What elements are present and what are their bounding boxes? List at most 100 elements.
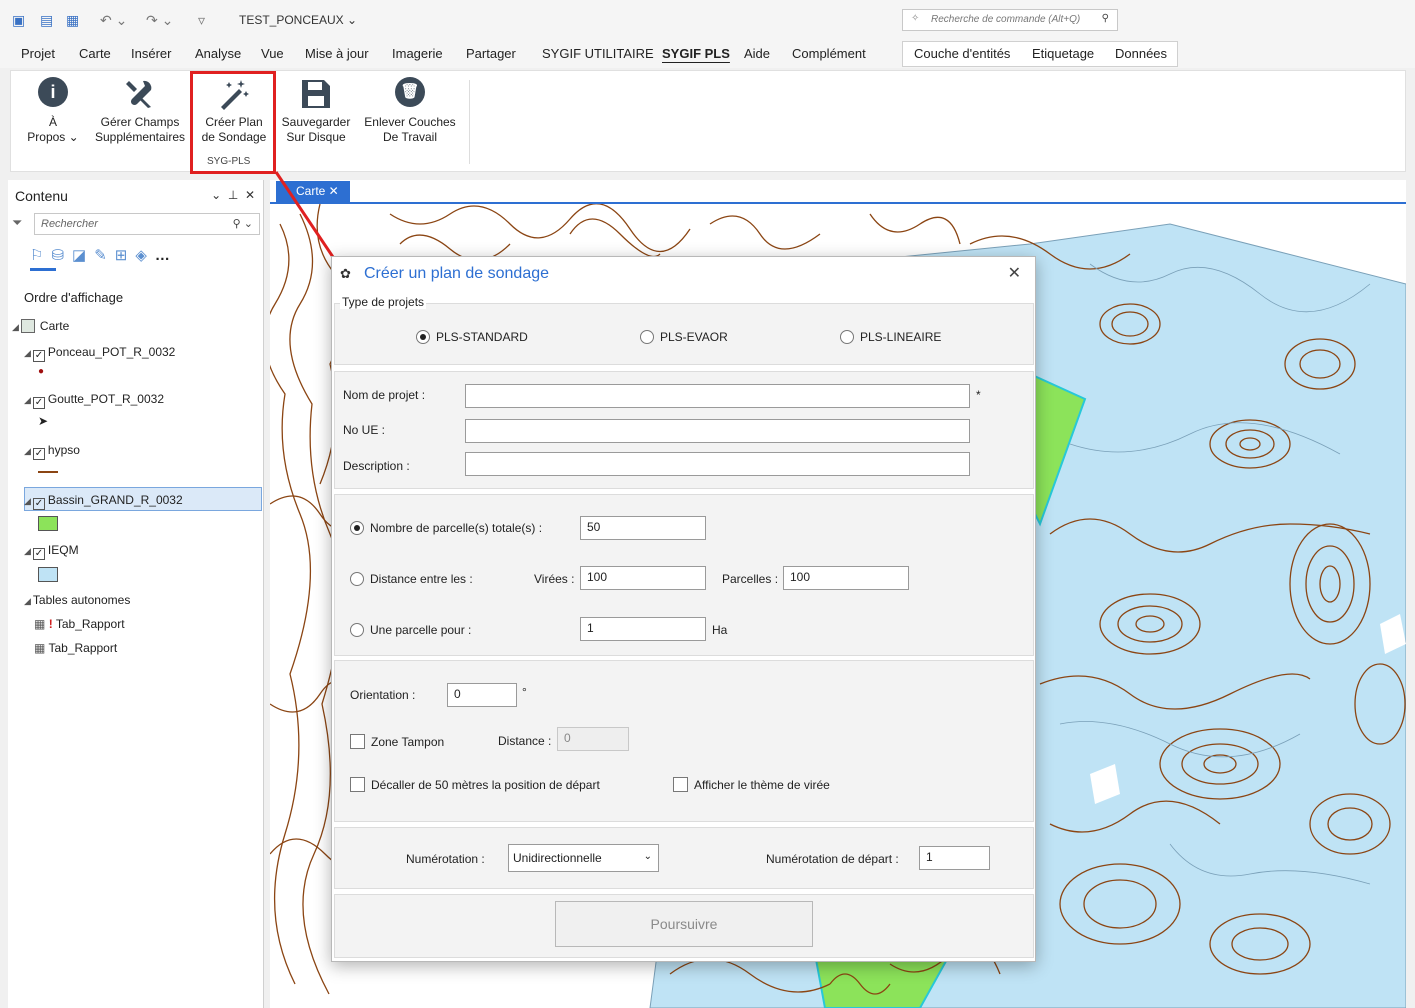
menu-sygif-utilitaire[interactable]: SYGIF UTILITAIRE — [542, 46, 654, 61]
labeling-icon[interactable]: ◈ — [135, 247, 155, 264]
filter-icon[interactable]: ⏷ — [12, 215, 22, 231]
radio-pls-standard-circle[interactable] — [416, 330, 430, 344]
tab-etiquetage[interactable]: Etiquetage — [1032, 46, 1094, 61]
menu-carte[interactable]: Carte — [79, 46, 111, 61]
afficher-box[interactable] — [673, 777, 688, 792]
nom-projet-input[interactable] — [465, 384, 970, 408]
enlever-label-1: Enlever Couches — [364, 115, 456, 129]
table-tab-rapport-2[interactable]: ▦ Tab_Rapport — [34, 641, 117, 655]
contents-pane-title: Contenu — [15, 188, 68, 204]
standalone-tables[interactable]: ◢ Tables autonomes — [24, 593, 130, 607]
creer-plan-dialog: ✿ Créer un plan de sondage ✕ Type de pro… — [331, 256, 1036, 962]
afficher-checkbox[interactable]: Afficher le thème de virée — [673, 777, 830, 792]
layer-checkbox[interactable]: ✓ — [32, 548, 45, 560]
more-icon[interactable]: … — [155, 247, 178, 264]
table-icon: ▦ — [34, 617, 46, 631]
layer-goutte[interactable]: ◢ ✓ Goutte_POT_R_0032 — [24, 392, 164, 409]
point-symbol-icon: ● — [38, 366, 45, 377]
radio-distance-entre-circle[interactable] — [350, 572, 364, 586]
contents-search-input[interactable]: Rechercher ⚲ ⌄ — [34, 213, 260, 235]
menu-aide[interactable]: Aide — [744, 46, 770, 61]
table-tab-rapport-1[interactable]: ▦ ! Tab_Rapport — [34, 617, 125, 631]
enlever-couches-button[interactable]: 🗑 Enlever Couches De Travail — [363, 77, 457, 145]
parcelles-input[interactable]: 100 — [783, 566, 909, 590]
menu-analyse[interactable]: Analyse — [195, 46, 241, 61]
menu-complement[interactable]: Complément — [792, 46, 866, 61]
data-source-icon[interactable]: ⛁ — [51, 247, 72, 264]
pane-controls[interactable]: ⌄ ⊥ ✕ — [211, 188, 255, 202]
edit-icon[interactable]: ✎ — [94, 247, 115, 264]
menu-partager[interactable]: Partager — [466, 46, 516, 61]
save-project-icon[interactable]: ▦ — [66, 12, 79, 29]
poursuivre-button[interactable]: Poursuivre — [555, 901, 813, 947]
radio-pls-lineaire[interactable]: PLS-LINEAIRE — [840, 330, 941, 344]
layer-carte[interactable]: ◢ Carte — [12, 319, 69, 333]
radio-pls-evaor-circle[interactable] — [640, 330, 654, 344]
undo-icon[interactable]: ↶ ⌄ — [100, 12, 127, 29]
sauvegarder-button[interactable]: Sauvegarder Sur Disque — [281, 77, 351, 145]
layer-ieqm[interactable]: ◢ ✓ IEQM — [24, 543, 79, 560]
menu-sygif-pls[interactable]: SYGIF PLS — [662, 46, 730, 61]
a-propos-label-1: À — [48, 115, 57, 129]
contents-toolbar: ⚐⛁◪✎⊞◈… — [30, 246, 178, 264]
menu-mise-a-jour[interactable]: Mise à jour — [305, 46, 369, 61]
numerotation-depart-input[interactable]: 1 — [919, 846, 990, 870]
snapping-icon[interactable]: ⊞ — [115, 247, 136, 264]
orientation-input[interactable]: 0 — [447, 683, 517, 707]
a-propos-button[interactable]: i À Propos ⌄ — [23, 77, 83, 145]
no-ue-input[interactable] — [465, 419, 970, 443]
sparkle-icon: ✧ — [911, 13, 920, 24]
zone-tampon-box[interactable] — [350, 734, 365, 749]
drawing-order-icon[interactable]: ⚐ — [30, 247, 51, 264]
nombre-parcelles-input[interactable]: 50 — [580, 516, 706, 540]
map-icon — [20, 319, 35, 333]
open-project-icon[interactable]: ▤ — [40, 12, 53, 29]
radio-pls-lineaire-circle[interactable] — [840, 330, 854, 344]
radio-pls-evaor[interactable]: PLS-EVAOR — [640, 330, 728, 344]
tab-donnees[interactable]: Données — [1115, 46, 1167, 61]
active-tool-indicator — [30, 268, 56, 271]
menu-vue[interactable]: Vue — [261, 46, 284, 61]
gerer-champs-button[interactable]: Gérer Champs Supplémentaires — [93, 77, 187, 145]
radio-distance-entre[interactable]: Distance entre les : — [350, 572, 473, 586]
layer-checkbox[interactable]: ✓ — [32, 397, 45, 409]
menu-imagerie[interactable]: Imagerie — [392, 46, 443, 61]
description-input[interactable] — [465, 452, 970, 476]
redo-icon[interactable]: ↷ ⌄ — [146, 12, 173, 29]
decaler-checkbox[interactable]: Décaller de 50 mètres la position de dép… — [350, 777, 600, 792]
tab-carte[interactable]: Carte ✕ — [276, 181, 350, 203]
layer-hypso[interactable]: ◢ ✓ hypso — [24, 443, 80, 460]
decaler-label: Décaller de 50 mètres la position de dép… — [371, 778, 600, 792]
dialog-app-icon: ✿ — [340, 266, 351, 281]
layer-ponceau[interactable]: ◢ ✓ Ponceau_POT_R_0032 — [24, 345, 175, 362]
selection-icon[interactable]: ◪ — [72, 247, 94, 264]
quick-access-toolbar: ▣ ▤ ▦ ↶ ⌄ ↷ ⌄ ▿ TEST_PONCEAUX ⌄ ✧ Recher… — [0, 0, 1415, 40]
une-parcelle-input[interactable]: 1 — [580, 617, 706, 641]
layer-checkbox[interactable]: ✓ — [32, 350, 45, 362]
layer-checkbox[interactable]: ✓ — [32, 448, 45, 460]
afficher-label: Afficher le thème de virée — [694, 778, 830, 792]
zone-tampon-checkbox[interactable]: Zone Tampon — [350, 734, 444, 749]
virees-input[interactable]: 100 — [580, 566, 706, 590]
layer-checkbox[interactable]: ✓ — [32, 498, 45, 510]
radio-nombre-parcelles-circle[interactable] — [350, 521, 364, 535]
numerotation-select[interactable]: Unidirectionnelle ⌄ — [508, 844, 659, 872]
decaler-box[interactable] — [350, 777, 365, 792]
distance-input[interactable]: 0 — [557, 727, 629, 751]
customize-qat-icon[interactable]: ▿ — [198, 12, 205, 29]
window-title-text: TEST_PONCEAUX — [239, 13, 344, 27]
menu-projet[interactable]: Projet — [21, 46, 55, 61]
close-icon[interactable]: ✕ — [1008, 263, 1021, 283]
required-mark: * — [976, 388, 981, 402]
window-title[interactable]: TEST_PONCEAUX ⌄ — [239, 13, 357, 27]
new-project-icon[interactable]: ▣ — [12, 12, 25, 29]
radio-une-parcelle-circle[interactable] — [350, 623, 364, 637]
radio-nombre-parcelles[interactable]: Nombre de parcelle(s) totale(s) : — [350, 521, 542, 535]
radio-pls-standard[interactable]: PLS-STANDARD — [416, 330, 528, 344]
tab-couche-entites[interactable]: Couche d'entités — [914, 46, 1010, 61]
layer-bassin[interactable]: ◢ ✓ Bassin_GRAND_R_0032 — [24, 493, 183, 510]
menu-inserer[interactable]: Insérer — [131, 46, 171, 61]
radio-une-parcelle[interactable]: Une parcelle pour : — [350, 623, 471, 637]
radio-pls-lineaire-label: PLS-LINEAIRE — [860, 330, 942, 344]
command-search-input[interactable]: ✧ Recherche de commande (Alt+Q) ⚲ — [902, 9, 1118, 31]
